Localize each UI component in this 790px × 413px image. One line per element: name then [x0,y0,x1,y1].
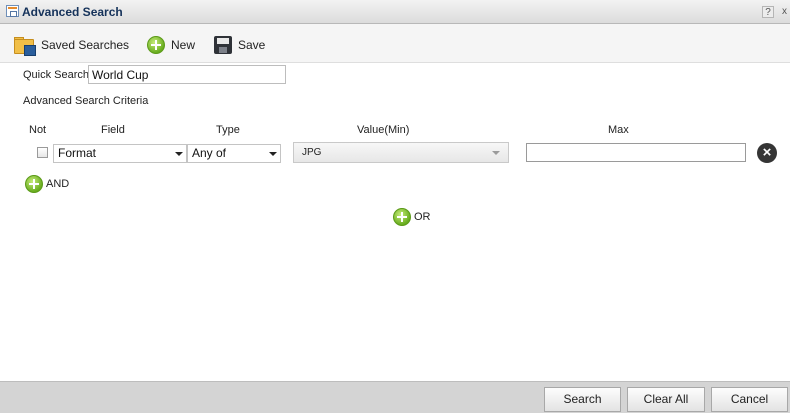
new-label: New [171,38,196,52]
value-min-value: JPG [302,147,322,158]
save-button[interactable]: Save [214,34,265,56]
clear-all-button[interactable]: Clear All [627,387,705,412]
advanced-criteria-label: Advanced Search Criteria [23,95,149,107]
not-checkbox[interactable] [37,147,48,158]
type-select[interactable]: Any of [187,144,281,163]
add-and-button[interactable]: AND [25,175,69,193]
floppy-disk-icon [214,36,232,54]
save-label: Save [238,38,266,52]
window-title: Advanced Search [22,5,123,19]
type-select-value: Any of [192,146,227,160]
field-select[interactable]: Format [53,144,187,163]
saved-searches-label: Saved Searches [41,38,130,52]
new-button[interactable]: New [147,34,195,56]
plus-circle-icon [25,175,43,193]
cancel-button[interactable]: Cancel [711,387,788,412]
quick-search-label: Quick Search [23,69,90,81]
col-header-type: Type [216,124,240,136]
max-input[interactable] [526,143,746,162]
plus-circle-icon [393,208,411,226]
add-or-button[interactable]: OR [393,208,431,226]
and-label: AND [46,178,70,190]
close-icon[interactable]: x [782,6,787,17]
col-header-field: Field [101,124,125,136]
search-window-icon [6,5,19,17]
col-header-value-min: Value(Min) [357,124,410,136]
help-icon[interactable]: ? [762,6,774,18]
folder-save-icon [14,36,36,56]
chevron-down-icon [175,152,183,156]
col-header-max: Max [608,124,629,136]
or-label: OR [414,211,431,223]
chevron-down-icon [492,151,500,155]
saved-searches-button[interactable]: Saved Searches [14,34,129,56]
value-min-combobox[interactable]: JPG [293,142,509,163]
search-button[interactable]: Search [544,387,621,412]
field-select-value: Format [58,146,97,160]
chevron-down-icon [269,152,277,156]
remove-row-icon[interactable]: × [757,143,777,163]
col-header-not: Not [29,124,47,136]
quick-search-input[interactable] [88,65,286,84]
plus-circle-icon [147,36,165,54]
